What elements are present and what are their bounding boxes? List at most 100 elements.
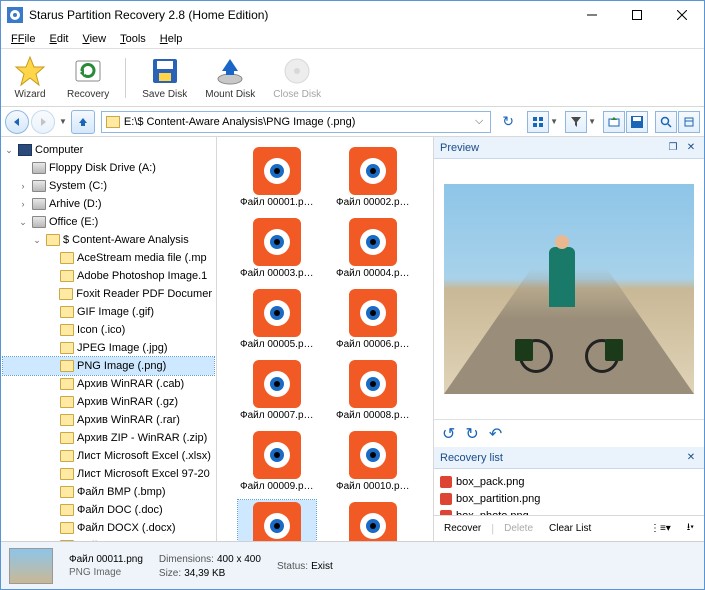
filter-dropdown[interactable]: ▼ <box>588 117 596 126</box>
tree-node[interactable]: Foxit Reader PDF Documer <box>3 285 214 303</box>
file-item[interactable]: Файл 00002.png <box>334 145 412 210</box>
file-item[interactable]: Файл 00005.png <box>238 287 316 352</box>
recovery-item[interactable]: box_pack.png <box>440 473 698 490</box>
tree-node[interactable]: ›Arhive (D:) <box>3 195 214 213</box>
maximize-button[interactable] <box>614 1 659 29</box>
file-item[interactable]: Файл 00007.png <box>238 358 316 423</box>
tree-node[interactable]: Архив WinRAR (.rar) <box>3 411 214 429</box>
recovery-icon <box>72 55 104 87</box>
recovery-item[interactable]: box_partition.png <box>440 490 698 507</box>
refresh-button[interactable]: ↻ <box>497 111 519 133</box>
titlebar: Starus Partition Recovery 2.8 (Home Edit… <box>1 1 704 29</box>
preview-header: Preview ❐ ✕ <box>434 137 704 159</box>
app-icon <box>7 7 23 23</box>
file-item[interactable]: Файл 00003.png <box>238 216 316 281</box>
tree-node[interactable]: Лист Microsoft Excel 97-20 <box>3 465 214 483</box>
tree-node[interactable]: Архив WinRAR (.cab) <box>3 375 214 393</box>
tree-node[interactable]: Floppy Disk Drive (A:) <box>3 159 214 177</box>
wizard-button[interactable]: Wizard <box>5 53 55 102</box>
up-button[interactable] <box>71 110 95 134</box>
file-item[interactable]: Файл 00011.png <box>238 500 316 541</box>
recovery-buttons: Recover | Delete Clear List ⋮≡▾ ⭳▾ <box>434 515 704 541</box>
history-dropdown[interactable]: ▼ <box>57 117 69 126</box>
close-disk-button: Close Disk <box>267 53 327 102</box>
close-disk-icon <box>281 55 313 87</box>
recovery-close-icon[interactable]: ✕ <box>684 451 698 465</box>
back-button[interactable] <box>5 110 29 134</box>
file-item[interactable]: Файл 00004.png <box>334 216 412 281</box>
tree-node[interactable]: Лист Microsoft Excel (.xlsx) <box>3 447 214 465</box>
search-button[interactable] <box>655 111 677 133</box>
right-panel: Preview ❐ ✕ ↺ ↻ ↶ Recovery list ✕ box_pa… <box>434 137 704 541</box>
tree-node[interactable]: PNG Image (.png) <box>3 357 214 375</box>
forward-button[interactable] <box>31 110 55 134</box>
nav-bar: ▼ E:\$ Content-Aware Analysis\PNG Image … <box>1 107 704 137</box>
rotate-ccw-icon[interactable]: ↶ <box>489 424 502 444</box>
options-button[interactable] <box>678 111 700 133</box>
menu-edit[interactable]: Edit <box>43 31 74 47</box>
file-item[interactable]: Файл 00006.png <box>334 287 412 352</box>
delete-button: Delete <box>498 521 539 536</box>
status-bar: Файл 00011.png PNG Image Dimensions: 400… <box>1 541 704 589</box>
file-item[interactable]: Файл 00008.png <box>334 358 412 423</box>
folder-icon <box>106 116 120 128</box>
file-item[interactable]: Файл 00009.png <box>238 429 316 494</box>
recover-button[interactable]: Recover <box>438 521 487 536</box>
tree-node[interactable]: Файл BMP (.bmp) <box>3 483 214 501</box>
recovery-list[interactable]: box_pack.pngbox_partition.pngbox_photo.p… <box>434 469 704 515</box>
file-item[interactable]: Файл 00010.png <box>334 429 412 494</box>
tree-node[interactable]: ⌄$ Content-Aware Analysis <box>3 231 214 249</box>
tree-node[interactable]: JPEG Image (.jpg) <box>3 339 214 357</box>
menu-view[interactable]: View <box>76 31 112 47</box>
tree-node[interactable]: GIF Image (.gif) <box>3 303 214 321</box>
folder-tree[interactable]: ⌄ComputerFloppy Disk Drive (A:)›System (… <box>1 137 217 541</box>
wizard-icon <box>14 55 46 87</box>
mount-disk-button[interactable]: Mount Disk <box>199 53 261 102</box>
filter-button[interactable] <box>565 111 587 133</box>
preview-close-icon[interactable]: ✕ <box>684 141 698 155</box>
tree-node[interactable]: Архив WinRAR (.gz) <box>3 393 214 411</box>
status-filename: Файл 00011.png <box>69 554 143 565</box>
menu-tools[interactable]: Tools <box>114 31 152 47</box>
tree-node[interactable]: Архив ZIP - WinRAR (.zip) <box>3 429 214 447</box>
preview-image <box>444 184 694 394</box>
rec-opts-icon[interactable]: ⋮≡▾ <box>644 521 677 536</box>
tree-node[interactable]: ⌄Computer <box>3 141 214 159</box>
clear-list-button[interactable]: Clear List <box>543 521 597 536</box>
address-path: E:\$ Content-Aware Analysis\PNG Image (.… <box>124 116 472 128</box>
tree-node[interactable]: ›System (C:) <box>3 177 214 195</box>
preview-popout-icon[interactable]: ❐ <box>666 141 680 155</box>
menu-help[interactable]: Help <box>154 31 189 47</box>
close-button[interactable] <box>659 1 704 29</box>
save-disk-button[interactable]: Save Disk <box>136 53 193 102</box>
preview-pane <box>434 159 704 419</box>
rec-up-icon[interactable]: ⭳▾ <box>681 518 700 539</box>
file-list[interactable]: Файл 00001.png Файл 00002.png Файл 00003.p… <box>217 137 434 541</box>
recovery-list-header: Recovery list ✕ <box>434 447 704 469</box>
tree-node[interactable]: Файл DOC (.doc) <box>3 501 214 519</box>
main-toolbar: Wizard Recovery Save Disk Mount Disk Clo… <box>1 49 704 107</box>
tree-node[interactable]: Adobe Photoshop Image.1 <box>3 267 214 285</box>
file-item[interactable]: Файл 00012.png <box>334 500 412 541</box>
view-dropdown[interactable]: ▼ <box>550 117 558 126</box>
rotate-right-icon[interactable]: ↻ <box>465 424 478 444</box>
address-dropdown-icon[interactable]: ⌵ <box>472 115 486 128</box>
file-item[interactable]: Файл 00001.png <box>238 145 316 210</box>
preview-controls: ↺ ↻ ↶ <box>434 419 704 447</box>
view-mode-button[interactable] <box>527 111 549 133</box>
save-button[interactable] <box>626 111 648 133</box>
menubar: FFileFile Edit View Tools Help <box>1 29 704 49</box>
rotate-left-icon[interactable]: ↺ <box>442 424 455 444</box>
recovery-item[interactable]: box_photo.png <box>440 507 698 515</box>
tree-node[interactable]: AceStream media file (.mp <box>3 249 214 267</box>
separator <box>125 58 126 98</box>
recover-quick-button[interactable] <box>603 111 625 133</box>
address-bar[interactable]: E:\$ Content-Aware Analysis\PNG Image (.… <box>101 111 491 133</box>
tree-node[interactable]: ⌄Office (E:) <box>3 213 214 231</box>
tree-node[interactable]: Файл DOCX (.docx) <box>3 519 214 537</box>
tree-node[interactable]: Icon (.ico) <box>3 321 214 339</box>
menu-file[interactable]: FFileFile <box>5 31 41 47</box>
recovery-button[interactable]: Recovery <box>61 53 115 102</box>
main-area: ⌄ComputerFloppy Disk Drive (A:)›System (… <box>1 137 704 541</box>
minimize-button[interactable] <box>569 1 614 29</box>
